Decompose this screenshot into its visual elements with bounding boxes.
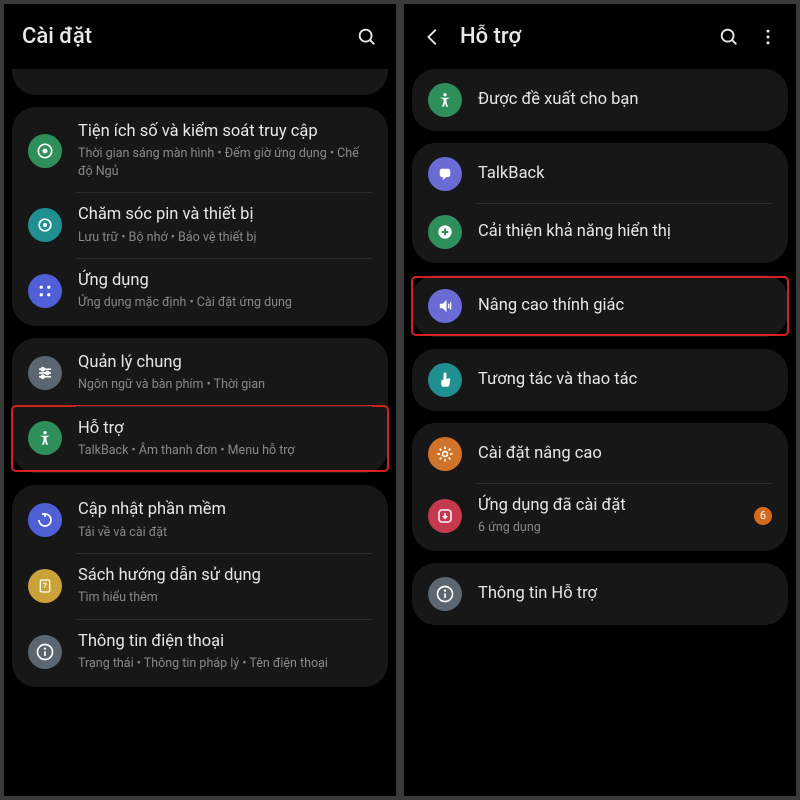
list-item-title: Chăm sóc pin và thiết bị: [78, 204, 372, 226]
list-item[interactable]: Quản lý chung Ngôn ngữ và bàn phím • Thời…: [12, 340, 388, 406]
list-item[interactable]: Thông tin Hỗ trợ: [412, 565, 788, 623]
visibility-icon: [428, 215, 462, 249]
manual-icon: ?: [28, 569, 62, 603]
list-item-title: Tương tác và thao tác: [478, 369, 772, 391]
accessibility-icon: [28, 421, 62, 455]
list-item[interactable]: Ứng dụng Ứng dụng mặc định • Cài đặt ứng …: [12, 258, 388, 324]
list-item[interactable]: Chăm sóc pin và thiết bị Lưu trữ • Bộ nhớ…: [12, 192, 388, 258]
list-item-subtitle: TalkBack • Âm thanh đơn • Menu hỗ trợ: [78, 442, 372, 460]
list-item-title: Thông tin điện thoại: [78, 631, 372, 653]
list-item-stub[interactable]: [12, 69, 388, 95]
phone-left: Cài đặt Tiện ích số và kiểm soát truy cậ…: [4, 4, 396, 796]
header-right: Hỗ trợ: [404, 10, 796, 69]
search-icon[interactable]: [718, 26, 740, 48]
installed-icon: [428, 499, 462, 533]
interaction-icon: [428, 363, 462, 397]
list-item[interactable]: Hỗ trợ TalkBack • Âm thanh đơn • Menu hỗ …: [12, 406, 388, 472]
settings-group: Được đề xuất cho bạn: [412, 69, 788, 131]
list-item-title: Ứng dụng đã cài đặt: [478, 495, 746, 517]
hearing-icon: [428, 289, 462, 323]
apps-icon: [28, 274, 62, 308]
accessibility-list: Được đề xuất cho bạn TalkBack Cải thiện kh…: [404, 69, 796, 796]
search-icon[interactable]: [356, 26, 378, 48]
list-item[interactable]: Cải thiện khả năng hiển thị: [412, 203, 788, 261]
settings-group: Tương tác và thao tác: [412, 349, 788, 411]
back-button[interactable]: [422, 26, 444, 48]
list-item[interactable]: Nâng cao thính giác: [412, 277, 788, 335]
update-icon: [28, 503, 62, 537]
list-item-subtitle: Thời gian sáng màn hình • Đếm giờ ứng dụ…: [78, 145, 372, 180]
settings-group: Cập nhật phần mềm Tải về và cài đặt? Sách …: [12, 485, 388, 686]
list-item[interactable]: ? Sách hướng dẫn sử dụng Tìm hiểu thêm: [12, 553, 388, 619]
list-item-subtitle: Ứng dụng mặc định • Cài đặt ứng dụng: [78, 294, 372, 312]
list-item-title: Cập nhật phần mềm: [78, 499, 372, 521]
phone-right: Hỗ trợ Được đề xuất cho bạn TalkBack Cải t…: [404, 4, 796, 796]
list-item[interactable]: Tương tác và thao tác: [412, 351, 788, 409]
list-item-subtitle: Ngôn ngữ và bàn phím • Thời gian: [78, 376, 372, 394]
about-icon: [428, 577, 462, 611]
settings-group: Thông tin Hỗ trợ: [412, 563, 788, 625]
list-item-subtitle: 6 ứng dụng: [478, 519, 746, 537]
list-item-title: Được đề xuất cho bạn: [478, 89, 772, 111]
list-item-title: Ứng dụng: [78, 270, 372, 292]
list-item-title: TalkBack: [478, 163, 772, 185]
more-icon[interactable]: [758, 27, 778, 47]
page-title: Cài đặt: [22, 24, 338, 49]
list-item-title: Thông tin Hỗ trợ: [478, 583, 772, 605]
svg-text:?: ?: [43, 581, 47, 590]
wellbeing-icon: [28, 134, 62, 168]
list-item-subtitle: Tìm hiểu thêm: [78, 589, 372, 607]
settings-group: Quản lý chung Ngôn ngữ và bàn phím • Thời…: [12, 338, 388, 474]
general-icon: [28, 356, 62, 390]
list-item[interactable]: TalkBack: [412, 145, 788, 203]
about-icon: [28, 635, 62, 669]
settings-group: Nâng cao thính giác: [412, 275, 788, 337]
list-item[interactable]: Tiện ích số và kiểm soát truy cậpThời gi…: [12, 109, 388, 192]
settings-list: Tiện ích số và kiểm soát truy cậpThời gi…: [4, 69, 396, 796]
list-item-title: Nâng cao thính giác: [478, 295, 772, 317]
accessibility-icon: [428, 83, 462, 117]
talkback-icon: [428, 157, 462, 191]
list-item[interactable]: Cài đặt nâng cao: [412, 425, 788, 483]
list-item-title: Quản lý chung: [78, 352, 372, 374]
advanced-icon: [428, 437, 462, 471]
list-item[interactable]: Ứng dụng đã cài đặt 6 ứng dụng 6: [412, 483, 788, 549]
page-title: Hỗ trợ: [460, 24, 700, 49]
list-item-title: Cài đặt nâng cao: [478, 443, 772, 465]
count-badge: 6: [754, 507, 772, 525]
settings-group: Tiện ích số và kiểm soát truy cậpThời gi…: [12, 107, 388, 326]
device-care-icon: [28, 208, 62, 242]
list-item[interactable]: Thông tin điện thoại Trạng thái • Thông t…: [12, 619, 388, 685]
list-item-title: Tiện ích số và kiểm soát truy cập: [78, 121, 372, 143]
list-item-title: Sách hướng dẫn sử dụng: [78, 565, 372, 587]
list-item-subtitle: Tải về và cài đặt: [78, 524, 372, 542]
list-item-title: Cải thiện khả năng hiển thị: [478, 221, 772, 243]
settings-group: TalkBack Cải thiện khả năng hiển thị: [412, 143, 788, 263]
list-item-subtitle: Trạng thái • Thông tin pháp lý • Tên điệ…: [78, 655, 372, 673]
list-item-title: Hỗ trợ: [78, 418, 372, 440]
list-item-subtitle: Lưu trữ • Bộ nhớ • Bảo vệ thiết bị: [78, 229, 372, 247]
list-item[interactable]: Được đề xuất cho bạn: [412, 71, 788, 129]
header-left: Cài đặt: [4, 10, 396, 69]
list-item[interactable]: Cập nhật phần mềm Tải về và cài đặt: [12, 487, 388, 553]
settings-group: Cài đặt nâng cao Ứng dụng đã cài đặt 6 ứng…: [412, 423, 788, 551]
